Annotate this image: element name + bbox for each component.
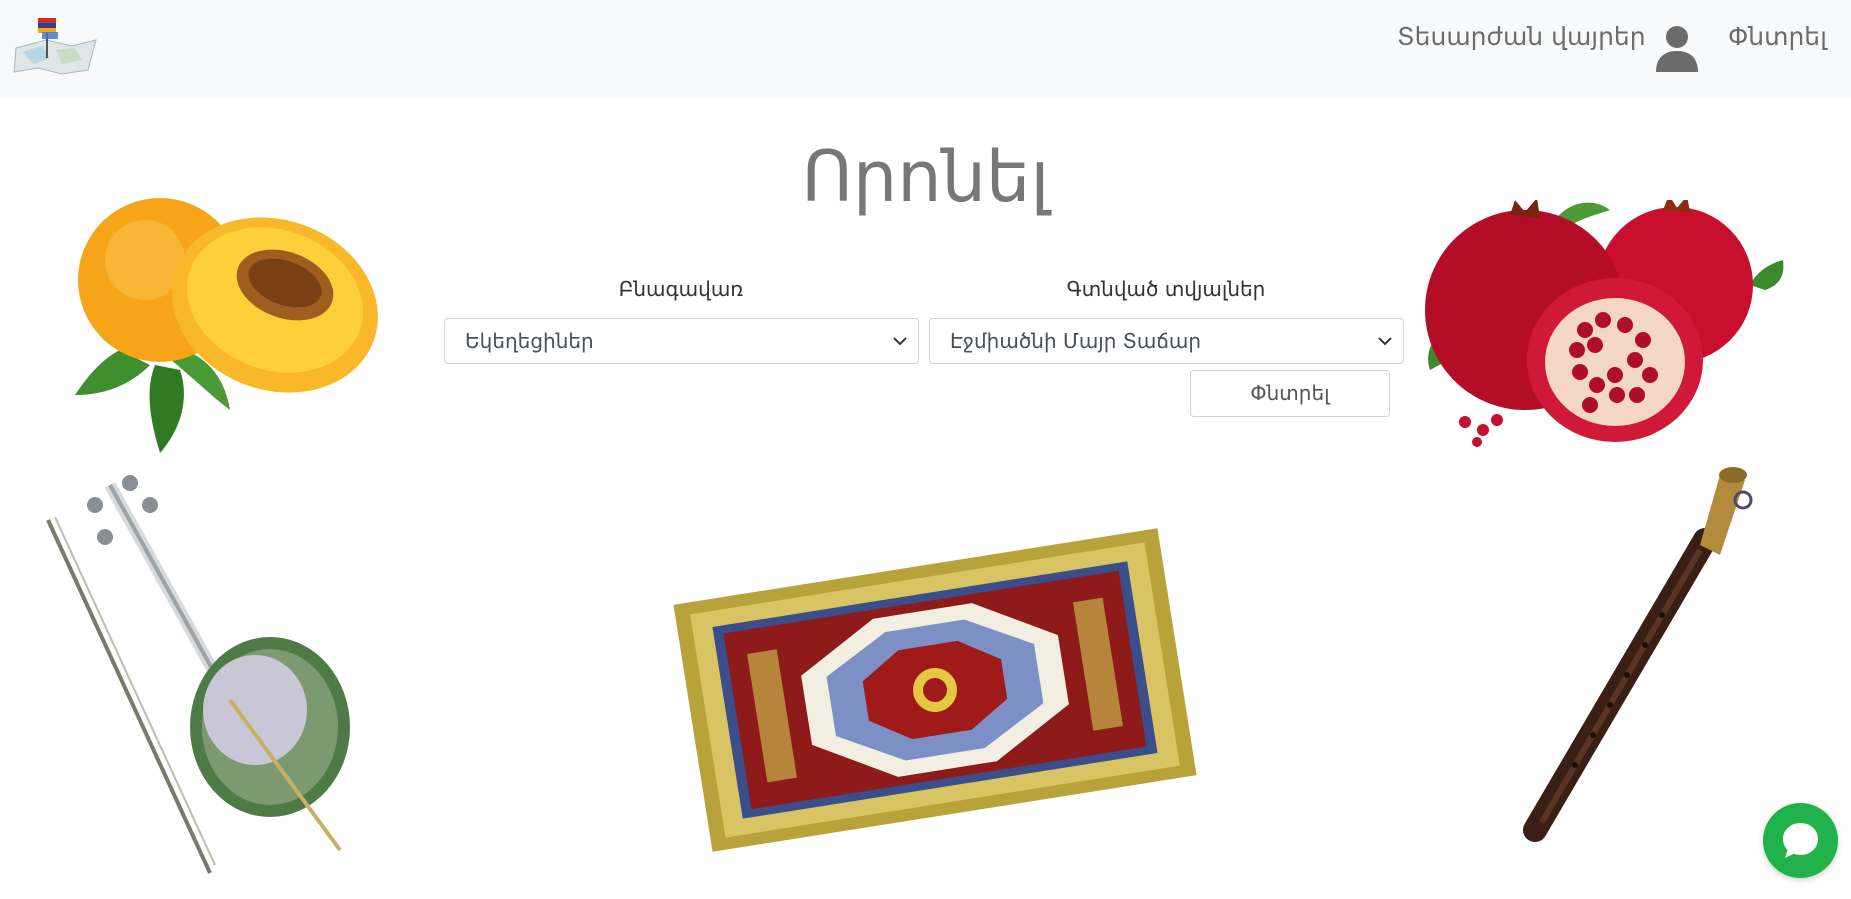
- pomegranate-image: [1425, 200, 1784, 447]
- chevron-down-icon: [1378, 337, 1392, 346]
- search-button[interactable]: Փնտրել: [1190, 370, 1390, 417]
- carpet-image: [673, 528, 1197, 852]
- apricot-image: [75, 198, 378, 453]
- logo-map-flag-icon[interactable]: [12, 14, 98, 78]
- found-data-select[interactable]: Էջմիածնի Մայր Տաճար: [929, 318, 1404, 364]
- duduk-image: [1523, 467, 1753, 842]
- chat-bubble-icon: [1783, 823, 1818, 858]
- found-data-label: Գտնված տվյալներ: [1066, 277, 1266, 301]
- found-data-select-value: Էջմիածնի Մայր Տաճար: [950, 329, 1202, 353]
- nav-link-search[interactable]: Փնտրել: [1728, 22, 1827, 51]
- nav-link-sights[interactable]: Տեսարժան վայրեր: [1397, 22, 1646, 51]
- kamancha-image: [46, 475, 350, 874]
- chevron-down-icon: [893, 337, 907, 346]
- chat-button[interactable]: [1763, 803, 1838, 878]
- region-label: Բնագավառ: [618, 277, 744, 301]
- navbar: Տեսարժան վայրեր Փնտրել: [0, 0, 1851, 99]
- region-select-value: Եկեղեցիներ: [465, 329, 594, 353]
- user-icon[interactable]: [1655, 24, 1699, 72]
- region-select[interactable]: Եկեղեցիներ: [444, 318, 919, 364]
